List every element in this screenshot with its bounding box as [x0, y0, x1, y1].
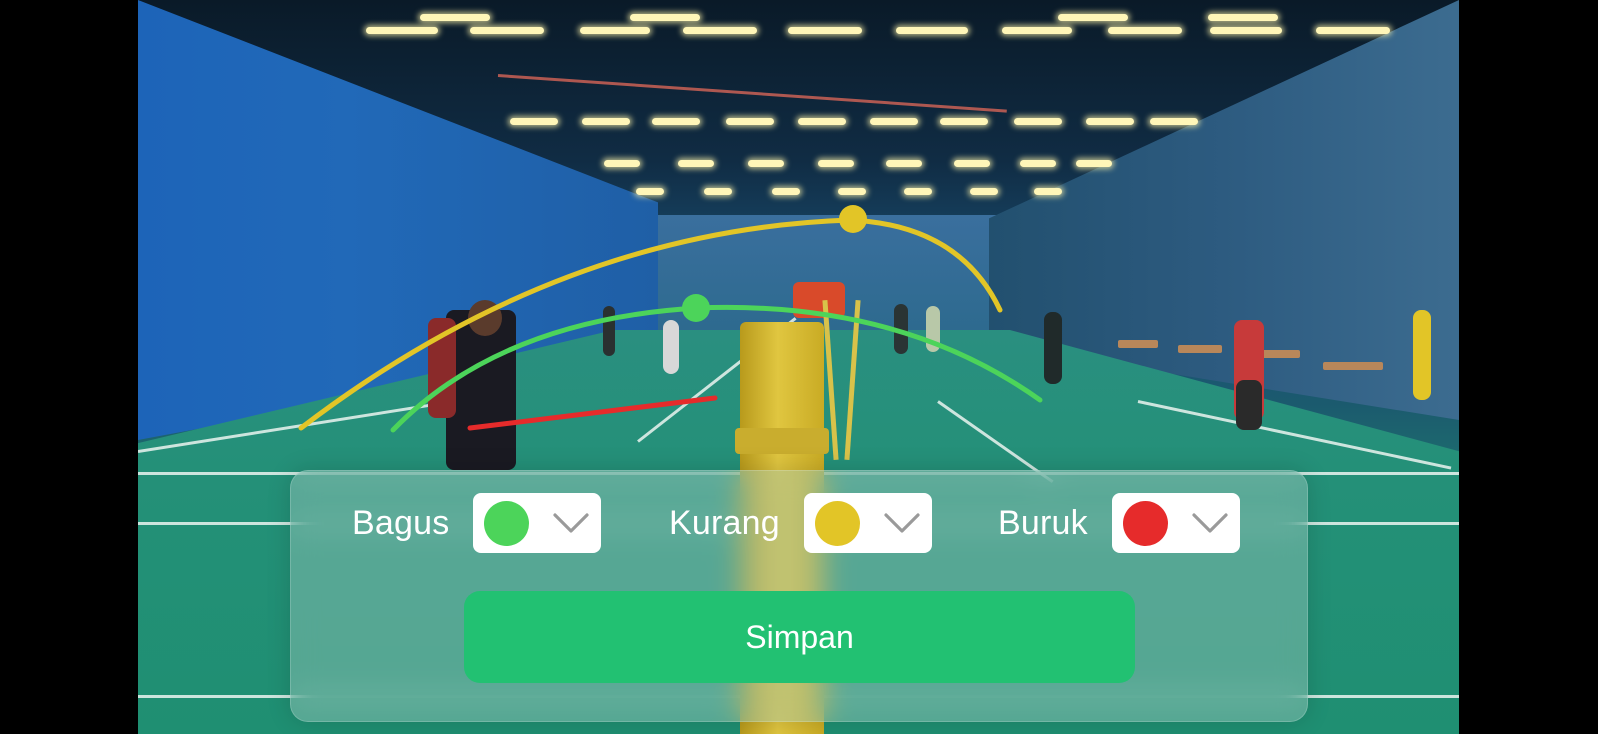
bench — [1118, 340, 1158, 348]
color-swatch-kurang — [814, 501, 860, 546]
ceiling-light — [470, 27, 544, 34]
bench — [1178, 345, 1222, 353]
player-silhouette — [468, 300, 502, 336]
ceiling-light — [510, 118, 558, 125]
picker-kurang: Kurang — [669, 493, 932, 553]
picker-bagus: Bagus — [352, 493, 602, 553]
ceiling-light — [1002, 27, 1072, 34]
color-select-kurang[interactable] — [803, 493, 932, 553]
ceiling-light — [683, 27, 757, 34]
ceiling-light — [886, 160, 922, 167]
player-silhouette — [603, 306, 615, 356]
ceiling-light — [1086, 118, 1134, 125]
ceiling-light — [1316, 27, 1390, 34]
ceiling-light — [818, 160, 854, 167]
ceiling-light — [788, 27, 862, 34]
save-button[interactable]: Simpan — [464, 591, 1135, 683]
ceiling-light — [904, 188, 932, 195]
ceiling-light — [1020, 160, 1056, 167]
ceiling-light — [1014, 118, 1062, 125]
ceiling-light — [580, 27, 650, 34]
ceiling-light — [1208, 14, 1278, 21]
player-silhouette — [894, 304, 908, 354]
ceiling-light — [896, 27, 968, 34]
ceiling-light — [954, 160, 990, 167]
ceiling-light — [630, 14, 700, 21]
ceiling-light — [1034, 188, 1062, 195]
ceiling-light — [940, 118, 988, 125]
player-silhouette — [428, 318, 456, 418]
picker-buruk: Buruk — [998, 493, 1240, 553]
ceiling-light — [366, 27, 438, 34]
color-swatch-buruk — [1122, 501, 1168, 546]
ceiling-light — [636, 188, 664, 195]
chevron-down-icon — [884, 513, 920, 533]
ceiling-light — [1108, 27, 1182, 34]
ceiling-light — [772, 188, 800, 195]
color-swatch-bagus — [484, 501, 530, 546]
app-screen: Bagus Kurang Buruk Simpan — [0, 0, 1598, 734]
chevron-down-icon — [1192, 513, 1228, 533]
ceiling-light — [748, 160, 784, 167]
ceiling-light — [838, 188, 866, 195]
player-silhouette — [1413, 310, 1431, 400]
ceiling-light — [678, 160, 714, 167]
picker-label-kurang: Kurang — [669, 503, 780, 542]
player-silhouette — [1044, 312, 1062, 384]
ceiling-light — [1150, 118, 1198, 125]
ceiling-light — [1058, 14, 1128, 21]
player-silhouette — [663, 320, 679, 374]
ceiling-light — [870, 118, 918, 125]
picker-label-buruk: Buruk — [998, 503, 1088, 542]
chevron-down-icon — [553, 513, 590, 533]
ceiling-light — [704, 188, 732, 195]
ceiling-light — [726, 118, 774, 125]
trajectory-color-panel: Bagus Kurang Buruk Simpan — [290, 470, 1308, 722]
picker-label-bagus: Bagus — [352, 503, 450, 542]
player-silhouette — [926, 306, 940, 352]
ceiling-light — [420, 14, 490, 21]
ceiling-light — [652, 118, 700, 125]
color-select-buruk[interactable] — [1111, 493, 1240, 553]
player-silhouette — [1236, 380, 1262, 430]
ceiling-light — [798, 118, 846, 125]
umpire-chair-seat — [793, 282, 845, 318]
ceiling-light — [970, 188, 998, 195]
ceiling-light — [604, 160, 640, 167]
ceiling-light — [1210, 27, 1282, 34]
bench — [1323, 362, 1383, 370]
net-post-ring — [735, 428, 829, 454]
ceiling-light — [582, 118, 630, 125]
ceiling-light — [1076, 160, 1112, 167]
color-picker-row: Bagus Kurang Buruk — [291, 493, 1307, 553]
color-select-bagus[interactable] — [473, 493, 602, 553]
